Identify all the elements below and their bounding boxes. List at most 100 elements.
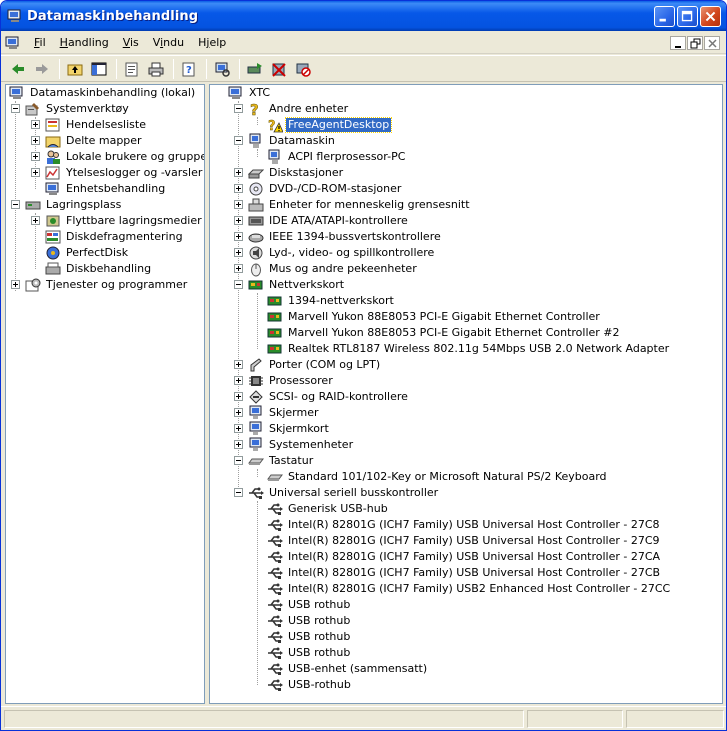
category-monitors[interactable]: Skjermer bbox=[248, 405, 321, 421]
category-human-interface[interactable]: Enheter for menneskelig grensesnitt bbox=[248, 197, 472, 213]
print-button[interactable] bbox=[145, 58, 167, 80]
tree-item-local-users[interactable]: Lokale brukere og grupper bbox=[45, 149, 204, 165]
show-hide-tree-button[interactable] bbox=[88, 58, 110, 80]
menu-help[interactable]: Hjelp bbox=[191, 34, 233, 51]
help-button[interactable]: ? bbox=[178, 58, 200, 80]
tree-root-computer-management[interactable]: Datamaskinbehandling (lokal) bbox=[9, 85, 197, 101]
device-usb-item[interactable]: USB rothub bbox=[267, 597, 352, 613]
category-mice[interactable]: Mus og andre pekeenheter bbox=[248, 261, 419, 277]
device-usb-item[interactable]: USB rothub bbox=[267, 629, 352, 645]
category-ieee1394[interactable]: IEEE 1394-bussvertskontrollere bbox=[248, 229, 443, 245]
category-sound-video[interactable]: Lyd-, video- og spillkontrollere bbox=[248, 245, 436, 261]
expand-toggle[interactable] bbox=[234, 248, 243, 257]
category-ide-controllers[interactable]: IDE ATA/ATAPI-kontrollere bbox=[248, 213, 410, 229]
expand-toggle[interactable] bbox=[234, 424, 243, 433]
device-acpi-pc[interactable]: ACPI flerprosessor-PC bbox=[267, 149, 407, 165]
device-usb-item[interactable]: USB rothub bbox=[267, 645, 352, 661]
close-button[interactable] bbox=[700, 6, 721, 27]
expand-toggle[interactable] bbox=[234, 440, 243, 449]
expand-toggle[interactable] bbox=[234, 168, 243, 177]
expand-toggle[interactable] bbox=[31, 216, 40, 225]
maximize-button[interactable] bbox=[677, 6, 698, 27]
collapse-toggle[interactable] bbox=[234, 280, 243, 289]
minimize-button[interactable] bbox=[654, 6, 675, 27]
update-driver-button[interactable] bbox=[244, 58, 266, 80]
device-tree-pane[interactable]: XTC ? Andre enheter ? FreeAgentDesktop D… bbox=[209, 84, 723, 704]
category-network-adapters[interactable]: Nettverkskort bbox=[248, 277, 346, 293]
expand-toggle[interactable] bbox=[31, 168, 40, 177]
menu-view[interactable]: Vis bbox=[116, 34, 146, 51]
category-display-adapters[interactable]: Skjermkort bbox=[248, 421, 331, 437]
menu-file[interactable]: Fil bbox=[27, 34, 53, 51]
category-system-devices[interactable]: Systemenheter bbox=[248, 437, 355, 453]
tree-item-disk-management[interactable]: Diskbehandling bbox=[45, 261, 153, 277]
expand-toggle[interactable] bbox=[234, 232, 243, 241]
menu-window[interactable]: Vindu bbox=[146, 34, 191, 51]
tree-item-disk-defragmenter[interactable]: Diskdefragmentering bbox=[45, 229, 185, 245]
forward-button[interactable] bbox=[31, 58, 53, 80]
tree-item-system-tools[interactable]: Systemverktøy bbox=[25, 101, 131, 117]
collapse-toggle[interactable] bbox=[11, 104, 20, 113]
expand-toggle[interactable] bbox=[31, 152, 40, 161]
device-realtek-wireless[interactable]: Realtek RTL8187 Wireless 802.11g 54Mbps … bbox=[267, 341, 671, 357]
expand-toggle[interactable] bbox=[234, 216, 243, 225]
category-dvd-cd-rom[interactable]: DVD-/CD-ROM-stasjoner bbox=[248, 181, 403, 197]
document-window-icon[interactable] bbox=[5, 35, 21, 51]
expand-toggle[interactable] bbox=[31, 136, 40, 145]
expand-toggle[interactable] bbox=[234, 200, 243, 209]
console-tree-pane[interactable]: Datamaskinbehandling (lokal) Systemverkt… bbox=[5, 84, 205, 704]
title-bar[interactable]: Datamaskinbehandling bbox=[1, 1, 726, 31]
tree-item-shared-folders[interactable]: Delte mapper bbox=[45, 133, 144, 149]
device-usb-item[interactable]: USB-enhet (sammensatt) bbox=[267, 661, 429, 677]
device-standard-keyboard[interactable]: Standard 101/102-Key or Microsoft Natura… bbox=[267, 469, 609, 485]
device-usb-item[interactable]: Intel(R) 82801G (ICH7 Family) USB Univer… bbox=[267, 565, 662, 581]
tree-item-device-manager[interactable]: Enhetsbehandling bbox=[45, 181, 167, 197]
device-marvell-2[interactable]: Marvell Yukon 88E8053 PCI-E Gigabit Ethe… bbox=[267, 325, 622, 341]
child-minimize-button[interactable] bbox=[670, 36, 686, 50]
expand-toggle[interactable] bbox=[234, 376, 243, 385]
category-keyboards[interactable]: Tastatur bbox=[248, 453, 315, 469]
properties-button[interactable] bbox=[121, 58, 143, 80]
menu-action[interactable]: Handling bbox=[53, 34, 116, 51]
child-restore-button[interactable] bbox=[687, 36, 703, 50]
collapse-toggle[interactable] bbox=[234, 136, 243, 145]
tree-item-perfectdisk[interactable]: PerfectDisk bbox=[45, 245, 130, 261]
disable-device-button[interactable] bbox=[292, 58, 314, 80]
device-usb-item[interactable]: Generisk USB-hub bbox=[267, 501, 390, 517]
collapse-toggle[interactable] bbox=[234, 104, 243, 113]
expand-toggle[interactable] bbox=[234, 392, 243, 401]
tree-item-storage[interactable]: Lagringsplass bbox=[25, 197, 123, 213]
category-ports[interactable]: Porter (COM og LPT) bbox=[248, 357, 382, 373]
category-usb-controllers[interactable]: Universal seriell busskontroller bbox=[248, 485, 440, 501]
tree-item-event-viewer[interactable]: Hendelsesliste bbox=[45, 117, 148, 133]
category-processors[interactable]: Prosessorer bbox=[248, 373, 335, 389]
child-close-button[interactable] bbox=[704, 36, 720, 50]
uninstall-button[interactable] bbox=[268, 58, 290, 80]
tree-item-services-applications[interactable]: Tjenester og programmer bbox=[25, 277, 189, 293]
device-usb-item[interactable]: USB rothub bbox=[267, 613, 352, 629]
device-marvell-1[interactable]: Marvell Yukon 88E8053 PCI-E Gigabit Ethe… bbox=[267, 309, 602, 325]
expand-toggle[interactable] bbox=[234, 360, 243, 369]
category-other-devices[interactable]: ? Andre enheter bbox=[248, 101, 350, 117]
tree-item-performance-logs[interactable]: Ytelseslogger og -varsler bbox=[45, 165, 204, 181]
expand-toggle[interactable] bbox=[234, 184, 243, 193]
device-freeagentdesktop[interactable]: ? FreeAgentDesktop bbox=[267, 117, 393, 133]
device-1394-network[interactable]: 1394-nettverkskort bbox=[267, 293, 396, 309]
device-usb-item[interactable]: Intel(R) 82801G (ICH7 Family) USB Univer… bbox=[267, 549, 662, 565]
up-one-level-button[interactable] bbox=[64, 58, 86, 80]
category-computer[interactable]: Datamaskin bbox=[248, 133, 337, 149]
device-usb-item[interactable]: Intel(R) 82801G (ICH7 Family) USB Univer… bbox=[267, 533, 662, 549]
collapse-toggle[interactable] bbox=[11, 200, 20, 209]
expand-toggle[interactable] bbox=[11, 280, 20, 289]
device-usb-item[interactable]: Intel(R) 82801G (ICH7 Family) USB2 Enhan… bbox=[267, 581, 672, 597]
category-scsi-raid[interactable]: SCSI- og RAID-kontrollere bbox=[248, 389, 410, 405]
back-button[interactable] bbox=[7, 58, 29, 80]
tree-item-removable-storage[interactable]: Flyttbare lagringsmedier bbox=[45, 213, 204, 229]
expand-toggle[interactable] bbox=[234, 408, 243, 417]
category-disk-drives[interactable]: Diskstasjoner bbox=[248, 165, 345, 181]
expand-toggle[interactable] bbox=[31, 120, 40, 129]
device-usb-item[interactable]: USB-rothub bbox=[267, 677, 353, 693]
device-usb-item[interactable]: Intel(R) 82801G (ICH7 Family) USB Univer… bbox=[267, 517, 662, 533]
expand-toggle[interactable] bbox=[234, 264, 243, 273]
collapse-toggle[interactable] bbox=[234, 456, 243, 465]
